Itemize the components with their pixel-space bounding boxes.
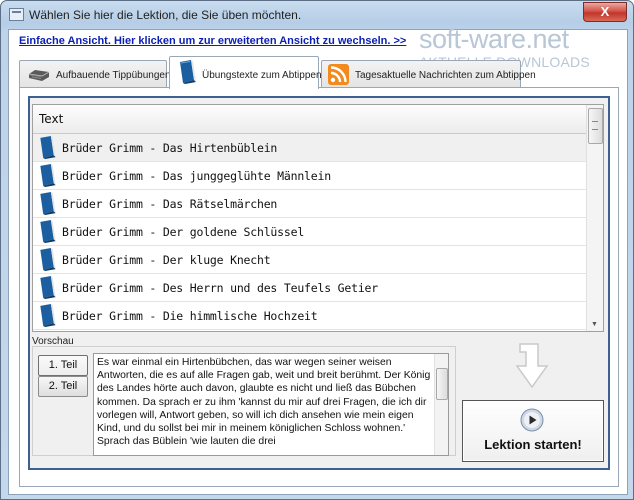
list-item-title: Brüder Grimm - Das Hirtenbüblein	[62, 141, 278, 155]
tab-label: Übungstexte zum Abtippen	[202, 70, 322, 81]
close-button[interactable]: X	[583, 2, 627, 22]
book-icon	[40, 220, 56, 243]
lesson-frame: Text Brüder Grimm - Das Hirtenbüblein Br…	[28, 96, 610, 470]
list-item[interactable]: Brüder Grimm - Des Herrn und des Teufels…	[33, 274, 586, 302]
list-item[interactable]: Brüder Grimm - Der kluge Knecht	[33, 246, 586, 274]
preview-text-area[interactable]: Es war einmal ein Hirtenbübchen, das war…	[93, 353, 449, 456]
list-scroll-thumb[interactable]	[588, 108, 603, 144]
part-1-button[interactable]: 1. Teil	[38, 355, 88, 376]
tab-uebungstexte[interactable]: Übungstexte zum Abtippen	[169, 56, 322, 89]
keyboard-icon	[28, 70, 50, 81]
title-bar[interactable]: Wählen Sie hier die Lektion, die Sie übe…	[1, 1, 633, 28]
simple-view-link[interactable]: Einfache Ansicht. Hier klicken um zur er…	[19, 35, 406, 47]
preview-scrollbar[interactable]	[434, 354, 448, 455]
list-item-title: Brüder Grimm - Das junggeglühte Männlein	[62, 169, 331, 183]
list-item-title: Brüder Grimm - Der kluge Knecht	[62, 253, 271, 267]
list-item-title: Brüder Grimm - Der goldene Schlüssel	[62, 225, 305, 239]
tab-tagesaktuelle-nachrichten[interactable]: Tagesaktuelle Nachrichten zum Abtippen	[321, 60, 536, 87]
tab-pane: Text Brüder Grimm - Das Hirtenbüblein Br…	[19, 87, 619, 487]
app-window-icon	[9, 8, 24, 21]
list-header-text[interactable]: Text	[33, 105, 586, 134]
list-item-title: Brüder Grimm - Die himmlische Hochzeit	[62, 309, 318, 323]
down-arrow-icon	[516, 343, 549, 389]
book-icon	[40, 192, 56, 215]
tab-aufbauende-tippuebungen[interactable]: Aufbauende Tippübungen	[19, 60, 171, 87]
book-icon	[40, 136, 56, 159]
book-icon	[40, 304, 56, 327]
list-item-title: Brüder Grimm - Das Rätselmärchen	[62, 197, 278, 211]
book-icon	[40, 164, 56, 187]
watermark-brand: soft-ware.net	[419, 24, 569, 54]
list-item-title: Brüder Grimm - Des Herrn und des Teufels…	[62, 281, 379, 295]
rss-icon	[328, 64, 349, 85]
tab-label: Tagesaktuelle Nachrichten zum Abtippen	[355, 70, 536, 81]
list-item[interactable]: Brüder Grimm - Das Rätselmärchen	[33, 190, 586, 218]
window-title: Wählen Sie hier die Lektion, die Sie übe…	[29, 8, 302, 22]
book-icon	[40, 248, 56, 271]
play-icon	[520, 408, 544, 432]
list-item[interactable]: Brüder Grimm - Das Hirtenbüblein	[33, 134, 586, 162]
start-lesson-label: Lektion starten!	[484, 437, 582, 452]
client-area: Einfache Ansicht. Hier klicken um zur er…	[8, 24, 628, 495]
preview-box: 1. Teil 2. Teil Es war einmal ein Hirten…	[32, 346, 456, 456]
list-scrollbar[interactable]: ▼	[586, 105, 603, 331]
scroll-down-arrow-icon[interactable]: ▼	[591, 321, 598, 328]
preview-scroll-thumb[interactable]	[436, 368, 448, 400]
preview-text: Es war einmal ein Hirtenbübchen, das war…	[97, 357, 431, 448]
list-header-label: Text	[39, 112, 64, 126]
app-window: Wählen Sie hier die Lektion, die Sie übe…	[0, 0, 634, 500]
start-lesson-button[interactable]: Lektion starten!	[462, 400, 604, 462]
book-icon	[180, 60, 196, 84]
list-item[interactable]: Brüder Grimm - Das junggeglühte Männlein	[33, 162, 586, 190]
book-icon	[40, 276, 56, 299]
list-item[interactable]: Brüder Grimm - Der goldene Schlüssel	[33, 218, 586, 246]
lesson-list[interactable]: Text Brüder Grimm - Das Hirtenbüblein Br…	[32, 104, 604, 332]
tab-strip: Aufbauende Tippübungen Übungstexte zum A…	[19, 56, 619, 89]
preview-group: Vorschau 1. Teil 2. Teil Es war einmal e…	[32, 336, 456, 456]
list-item[interactable]: Brüder Grimm - Die himmlische Hochzeit	[33, 302, 586, 330]
tab-label: Aufbauende Tippübungen	[56, 70, 171, 81]
part-2-button[interactable]: 2. Teil	[38, 376, 88, 397]
